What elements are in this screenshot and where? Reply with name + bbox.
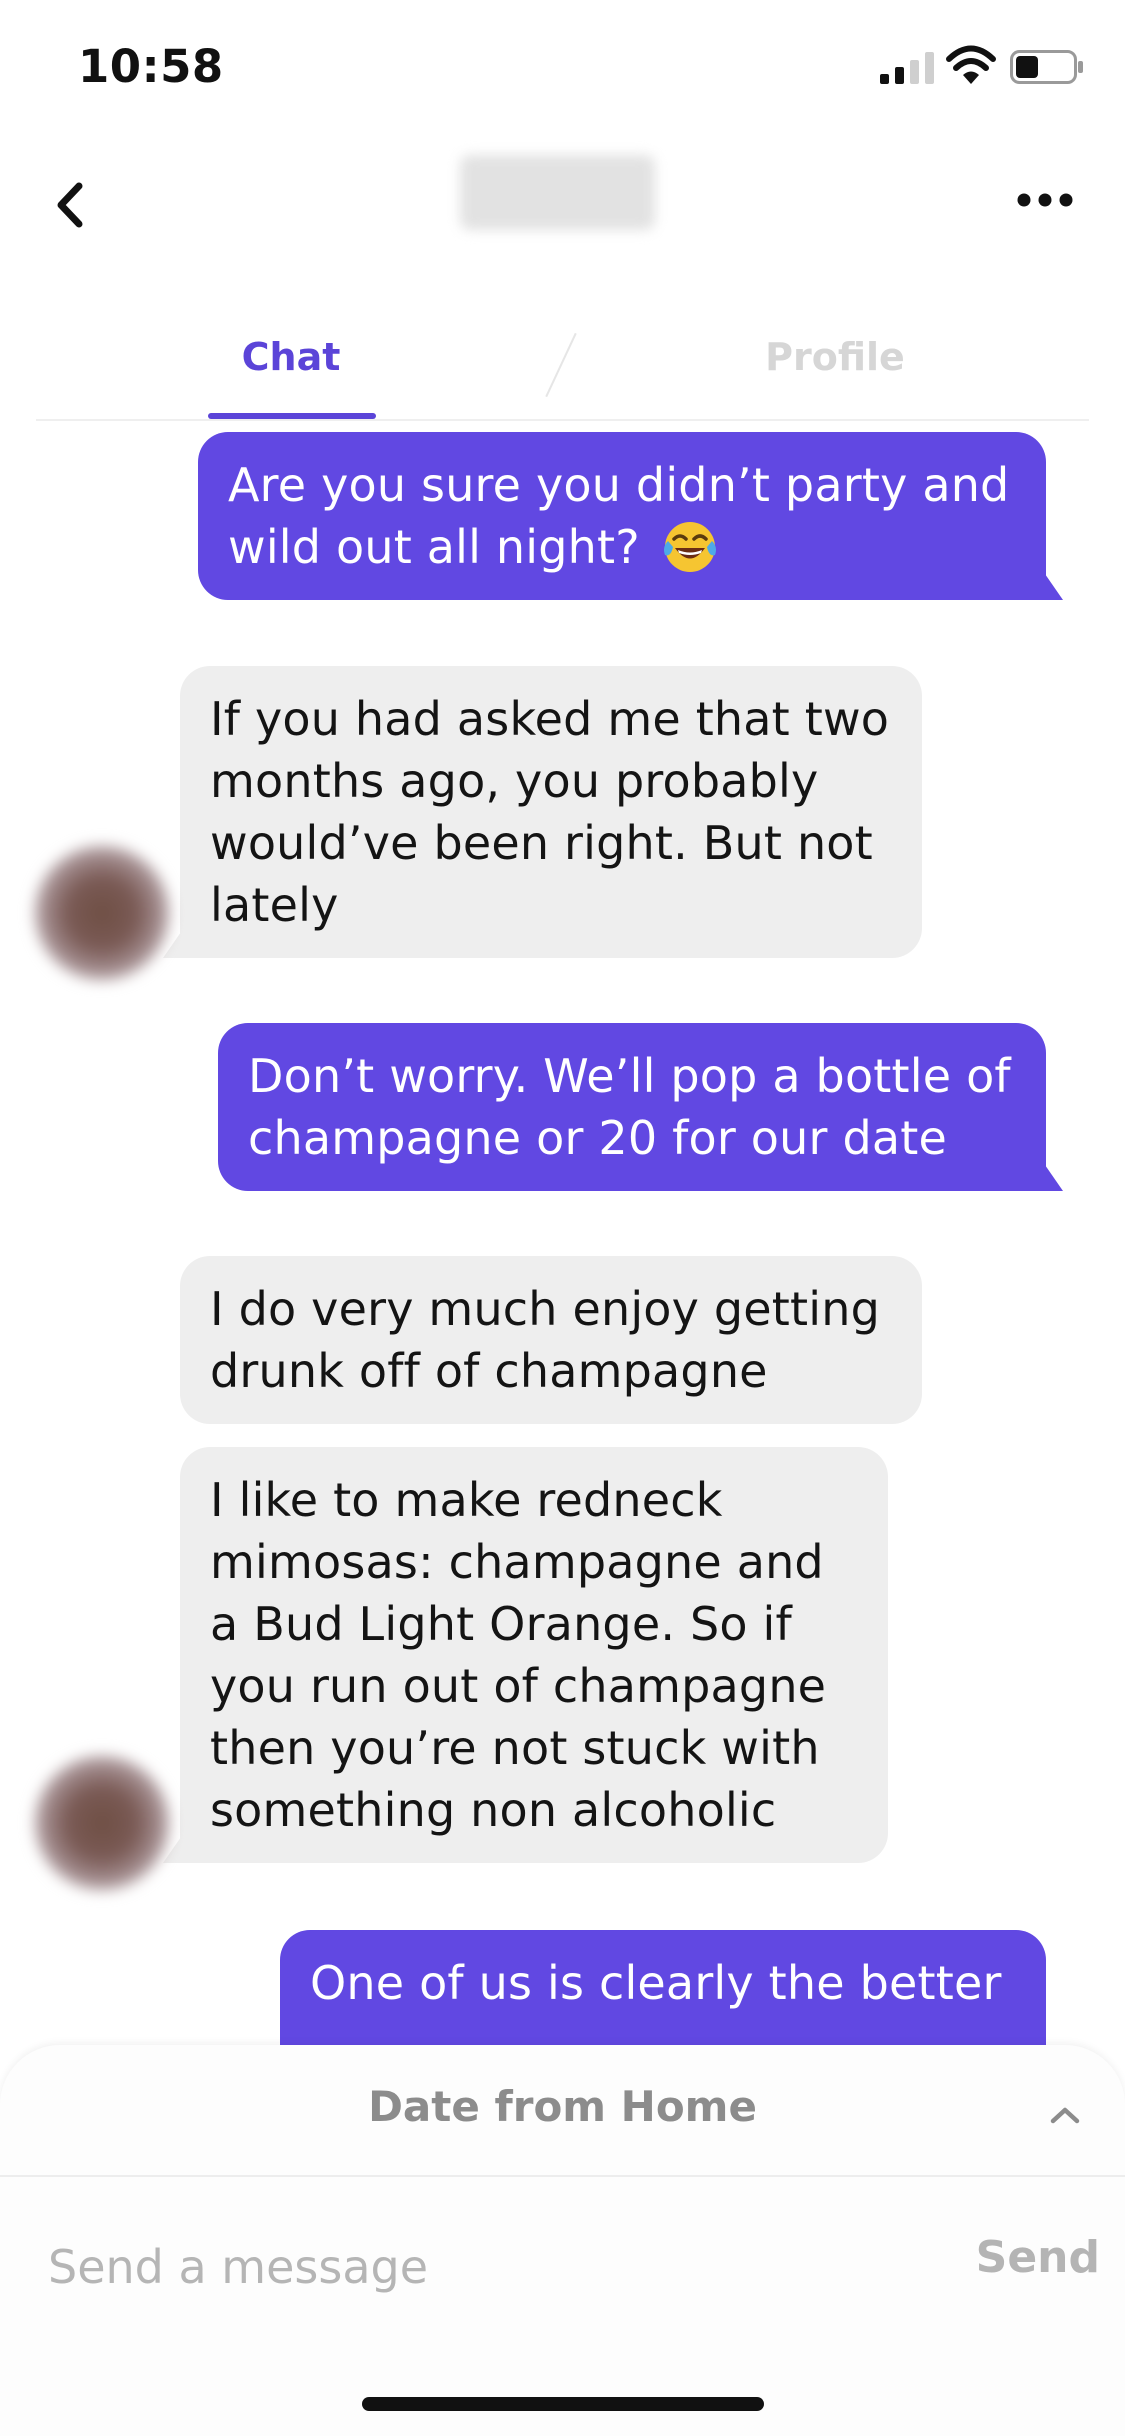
- wifi-icon: [946, 45, 996, 84]
- message-text: Don’t worry. We’ll pop a bottle of champ…: [248, 1049, 1011, 1165]
- date-from-home-title[interactable]: Date from Home: [0, 2082, 1125, 2131]
- message-text: Are you sure you didn’t party and wild o…: [228, 458, 1010, 574]
- message-text: If you had asked me that two months ago,…: [210, 692, 890, 932]
- more-options-button[interactable]: [1010, 175, 1080, 225]
- send-button[interactable]: Send: [960, 2232, 1100, 2283]
- battery-icon: [1010, 50, 1083, 84]
- ellipsis-icon: [1017, 193, 1073, 207]
- message-bubble-outgoing[interactable]: Are you sure you didn’t party and wild o…: [198, 432, 1063, 600]
- expand-sheet-button[interactable]: [1040, 2095, 1090, 2135]
- tab-chat[interactable]: Chat: [208, 335, 374, 379]
- message-bubble-incoming[interactable]: I like to make redneck mimosas: champagn…: [163, 1447, 888, 1863]
- match-avatar[interactable]: [34, 845, 170, 981]
- match-name-blurred: [460, 155, 655, 230]
- tab-profile[interactable]: Profile: [750, 335, 920, 379]
- message-bubble-incoming[interactable]: If you had asked me that two months ago,…: [163, 666, 922, 958]
- tab-divider: [545, 332, 577, 398]
- laughing-tears-emoji-icon: [663, 522, 716, 572]
- message-text: One of us is clearly the better: [310, 1956, 1002, 2010]
- message-bubble-outgoing[interactable]: Don’t worry. We’ll pop a bottle of champ…: [218, 1023, 1063, 1191]
- message-text: I like to make redneck mimosas: champagn…: [210, 1473, 827, 1837]
- match-avatar[interactable]: [34, 1755, 170, 1891]
- tabs-divider-line: [36, 419, 1089, 421]
- status-time: 10:58: [78, 40, 224, 93]
- home-indicator: [362, 2397, 764, 2411]
- chevron-up-icon: [1050, 2107, 1080, 2124]
- message-bubble-incoming[interactable]: I do very much enjoy getting drunk off o…: [180, 1256, 922, 1424]
- back-button[interactable]: [40, 170, 100, 240]
- cellular-signal-icon: [880, 52, 934, 84]
- message-input[interactable]: [48, 2225, 928, 2309]
- chevron-left-icon: [57, 182, 83, 228]
- message-text: I do very much enjoy getting drunk off o…: [210, 1282, 880, 1398]
- sheet-divider-line: [0, 2175, 1125, 2177]
